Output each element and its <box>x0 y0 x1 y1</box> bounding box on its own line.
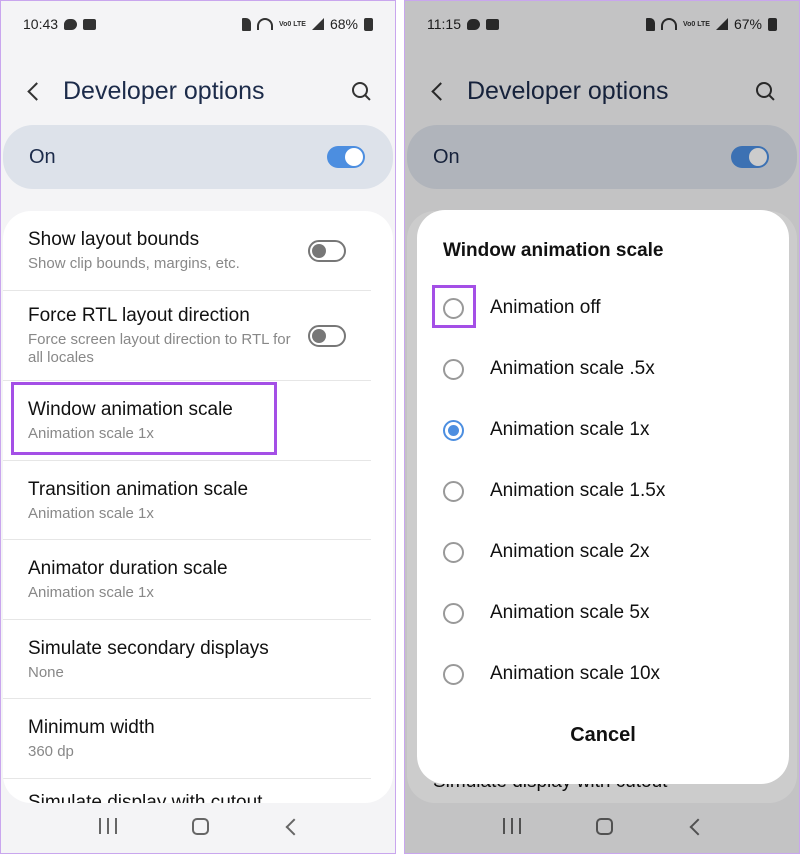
page-title: Developer options <box>63 76 265 105</box>
master-switch-label: On <box>29 145 56 168</box>
radio-button[interactable] <box>443 663 464 685</box>
list-item[interactable]: Animator duration scale Animation scale … <box>3 540 371 620</box>
gallery-icon <box>83 18 97 30</box>
status-time: 10:43 <box>23 16 59 32</box>
right-screen: 11:15 Vo0 LTE 67% Developer options On S… <box>404 0 800 854</box>
battery-icon <box>364 17 373 31</box>
list-item-window-animation-scale[interactable]: Window animation scale Animation scale 1… <box>3 381 371 461</box>
item-subtitle: Animation scale 1x <box>28 425 154 442</box>
option-label: Animation scale 1.5x <box>490 480 666 501</box>
item-subtitle: Force screen layout direction to RTL for… <box>28 331 291 366</box>
settings-list: Show layout bounds Show clip bounds, mar… <box>3 211 393 803</box>
option-label: Animation off <box>490 297 601 318</box>
app-header: Developer options <box>1 63 395 119</box>
recent-apps-icon[interactable] <box>98 818 117 834</box>
item-subtitle: Animation scale 1x <box>28 584 154 601</box>
option-label: Animation scale 2x <box>490 541 650 562</box>
list-item[interactable]: Show layout bounds Show clip bounds, mar… <box>3 211 371 291</box>
item-title: Force RTL layout direction <box>28 305 250 326</box>
radio-button[interactable] <box>443 297 464 319</box>
option-animation-scale-10x[interactable]: Animation scale 10x <box>443 654 769 694</box>
item-subtitle: Animation scale 1x <box>28 504 154 522</box>
radio-button[interactable] <box>443 602 464 624</box>
option-animation-off[interactable]: Animation off <box>443 288 769 328</box>
list-item[interactable]: Transition animation scale Animation sca… <box>3 461 371 540</box>
item-title: Simulate secondary displays <box>28 637 269 659</box>
message-icon <box>64 18 78 30</box>
left-screen: 10:43 Vo0 LTE 68% Developer options On S… <box>0 0 396 854</box>
cancel-button[interactable]: Cancel <box>417 724 789 747</box>
item-subtitle: 360 dp <box>28 743 74 760</box>
home-icon[interactable] <box>191 817 209 835</box>
search-icon[interactable] <box>349 79 373 103</box>
show-layout-bounds-toggle[interactable] <box>308 239 346 262</box>
dialog-title: Window animation scale <box>443 240 664 261</box>
option-label: Animation scale 10x <box>490 663 661 684</box>
master-switch-row[interactable]: On <box>3 125 393 189</box>
option-animation-scale-0-5x[interactable]: Animation scale .5x <box>443 349 769 389</box>
radio-button-selected[interactable] <box>443 419 464 441</box>
list-item[interactable]: Force RTL layout direction Force screen … <box>3 291 371 381</box>
volte-icon: Vo0 LTE <box>279 20 306 28</box>
status-bar: 10:43 Vo0 LTE 68% <box>1 1 395 47</box>
list-item[interactable]: Simulate secondary displays None <box>3 620 371 699</box>
radio-button[interactable] <box>443 358 464 380</box>
radio-button[interactable] <box>443 480 464 502</box>
animation-scale-dialog: Window animation scale Animation off Ani… <box>417 210 789 784</box>
item-title: Window animation scale <box>28 399 233 420</box>
back-arrow-icon[interactable] <box>23 80 45 102</box>
option-animation-scale-1-5x[interactable]: Animation scale 1.5x <box>443 471 769 511</box>
item-title: Transition animation scale <box>28 478 249 500</box>
battery-percent: 68% <box>329 16 358 32</box>
force-rtl-toggle[interactable] <box>308 324 346 347</box>
item-subtitle: None <box>28 663 64 681</box>
nav-back-icon[interactable] <box>284 819 298 833</box>
option-animation-scale-1x[interactable]: Animation scale 1x <box>443 410 769 450</box>
item-subtitle: Show clip bounds, margins, etc. <box>28 255 240 272</box>
item-title: Animator duration scale <box>28 558 228 579</box>
option-label: Animation scale .5x <box>490 358 655 379</box>
option-animation-scale-5x[interactable]: Animation scale 5x <box>443 593 769 633</box>
item-title: Show layout bounds <box>28 229 200 250</box>
option-label: Animation scale 5x <box>490 602 650 623</box>
list-item[interactable]: Minimum width 360 dp <box>3 699 371 779</box>
option-animation-scale-2x[interactable]: Animation scale 2x <box>443 532 769 572</box>
signal-icon <box>311 18 324 30</box>
wifi-icon <box>257 18 273 30</box>
item-title: Minimum width <box>28 717 155 738</box>
sim-icon <box>242 17 251 31</box>
master-toggle[interactable] <box>327 146 365 168</box>
option-label: Animation scale 1x <box>490 419 650 440</box>
navigation-bar <box>1 799 395 853</box>
radio-button[interactable] <box>443 541 464 563</box>
